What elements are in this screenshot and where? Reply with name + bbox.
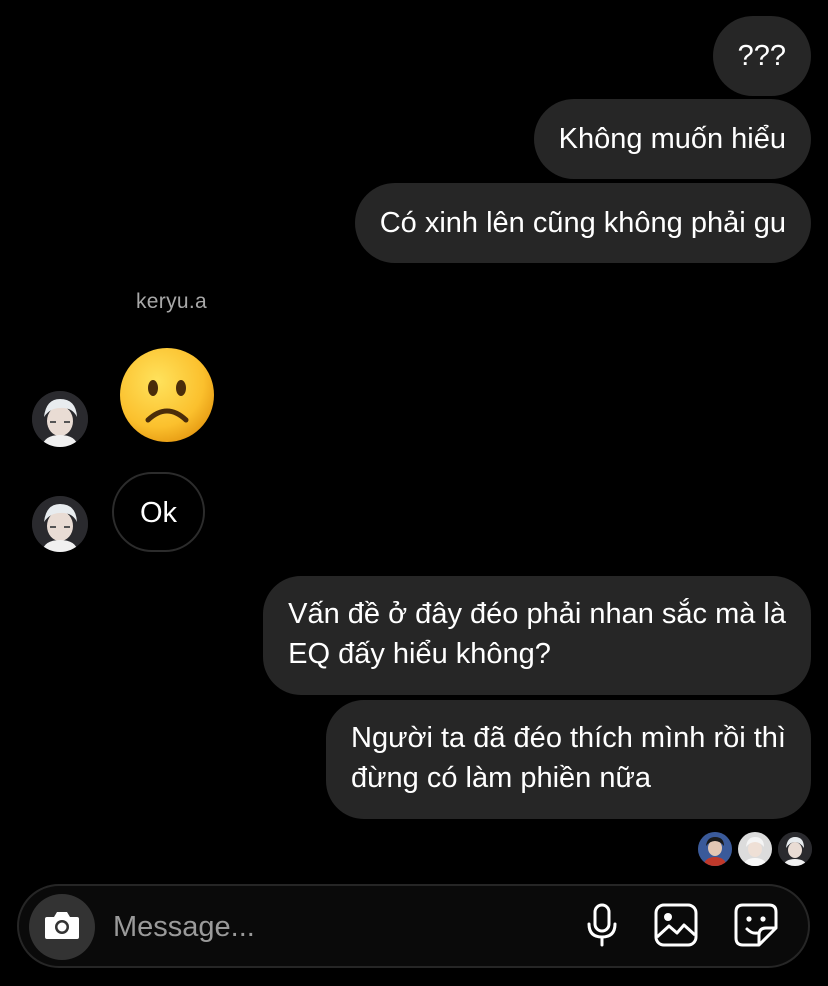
gallery-icon — [654, 903, 698, 952]
seen-avatar — [738, 832, 772, 866]
sent-message[interactable]: Người ta đã đéo thích mình rồi thì đừng … — [326, 700, 811, 819]
message-text: Có xinh lên cũng không phải gu — [379, 207, 786, 239]
chat-thread: ??? Không muốn hiểu Có xinh lên cũng khô… — [0, 0, 828, 986]
message-text: Không muốn hiểu — [558, 123, 786, 155]
voice-message-button[interactable] — [579, 903, 625, 952]
message-text-line: EQ đấy hiểu không? — [288, 638, 551, 670]
message-text: Ok — [140, 497, 178, 529]
seen-by-indicator[interactable] — [698, 832, 812, 866]
microphone-icon — [584, 903, 620, 952]
message-text-line: Người ta đã đéo thích mình rồi thì — [351, 722, 786, 754]
message-input[interactable] — [113, 906, 553, 948]
sent-message[interactable]: Vấn đề ở đây đéo phải nhan sắc mà là EQ … — [263, 576, 811, 695]
gallery-button[interactable] — [653, 903, 699, 952]
message-text-line: đừng có làm phiền nữa — [351, 762, 652, 794]
sender-username: keryu.a — [136, 290, 207, 313]
seen-avatar — [698, 832, 732, 866]
camera-button[interactable] — [29, 894, 95, 960]
message-text-line: Vấn đề ở đây đéo phải nhan sắc mà là — [288, 598, 786, 630]
sent-message[interactable]: Có xinh lên cũng không phải gu — [354, 183, 811, 263]
sent-message[interactable]: ??? — [712, 16, 811, 96]
message-text: ??? — [737, 40, 786, 72]
sender-avatar[interactable] — [32, 391, 88, 447]
sticker-button[interactable] — [733, 902, 779, 953]
frowning-face-icon[interactable] — [118, 346, 216, 444]
camera-icon — [43, 909, 81, 946]
sent-message[interactable]: Không muốn hiểu — [533, 99, 811, 179]
sticker-icon — [733, 902, 779, 953]
message-composer — [17, 884, 810, 968]
sender-avatar[interactable] — [32, 496, 88, 552]
received-message[interactable]: Ok — [112, 472, 206, 552]
seen-avatar — [778, 832, 812, 866]
